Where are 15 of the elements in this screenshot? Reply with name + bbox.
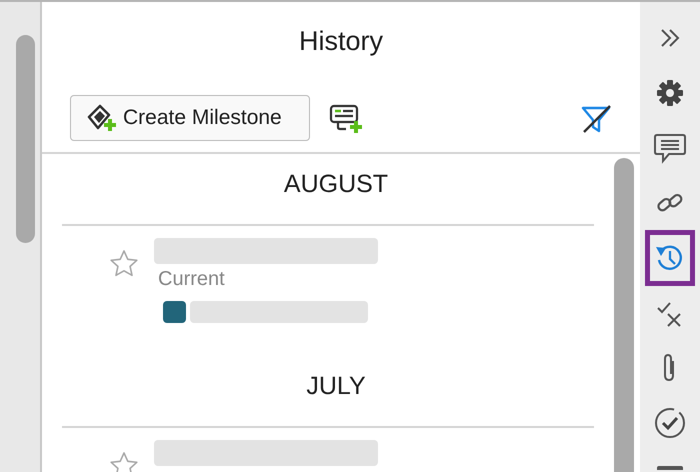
diamond-plus-icon xyxy=(85,103,119,133)
scrollbar-thumb[interactable] xyxy=(614,158,634,472)
month-heading: JULY xyxy=(305,371,367,402)
cards-plus-icon[interactable] xyxy=(328,102,364,134)
partial-icon xyxy=(657,466,683,470)
create-milestone-button[interactable]: Create Milestone xyxy=(70,95,310,141)
comment-icon xyxy=(653,132,687,164)
check-circle-icon xyxy=(653,406,687,440)
filter-off-icon[interactable] xyxy=(580,102,612,134)
month-heading: AUGUST xyxy=(282,169,390,200)
settings-icon xyxy=(655,78,685,108)
sidebar-tool-button[interactable] xyxy=(645,230,695,286)
status-label: Current xyxy=(158,268,226,291)
panel-title: History xyxy=(298,25,384,56)
scrollbar-thumb[interactable] xyxy=(16,35,35,243)
